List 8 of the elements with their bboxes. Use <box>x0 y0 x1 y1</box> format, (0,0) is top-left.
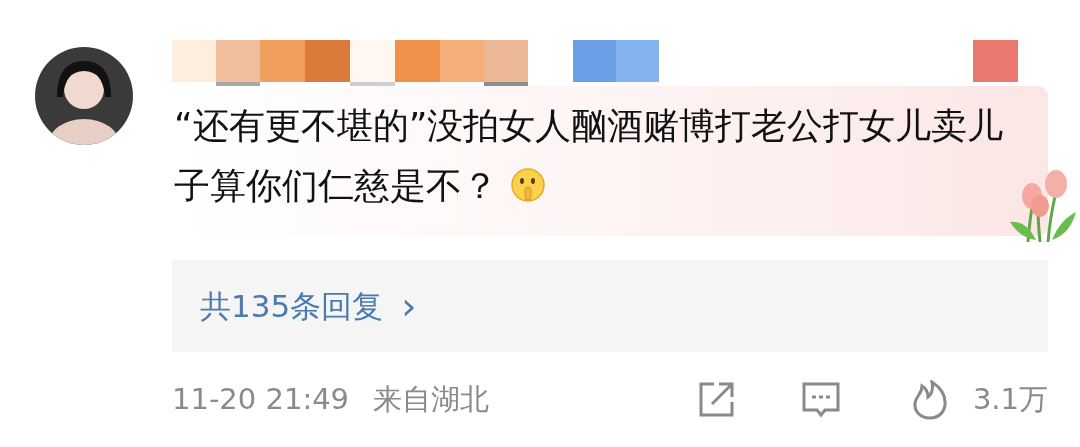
location-label: 来自湖北 <box>373 381 490 418</box>
replies-link[interactable]: 共135条回复 <box>200 282 384 330</box>
chevron-icon[interactable]: › <box>401 287 417 325</box>
like-count: 3.1万 <box>972 381 1048 418</box>
comment-text: “还有更不堪的”没拍女人酗酒赌博打老公打女儿卖儿子算你们仁慈是不？ <box>174 104 1005 208</box>
flame-icon[interactable] <box>910 379 949 420</box>
shushing-face-icon <box>510 167 546 203</box>
timestamp: 11-20 21:49 <box>172 381 350 418</box>
